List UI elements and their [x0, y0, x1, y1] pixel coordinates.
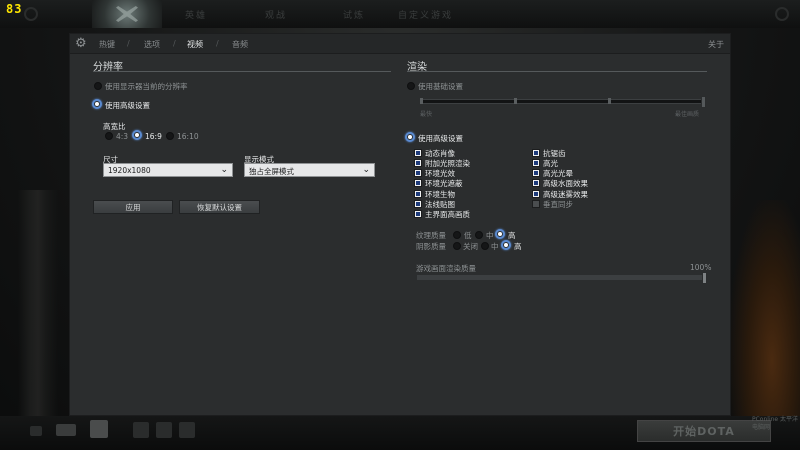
shadow-high-label: 高 — [514, 242, 522, 251]
use-advanced-render-radio[interactable] — [405, 132, 415, 142]
power-icon[interactable] — [775, 7, 789, 21]
basic-slider-min-label: 最快 — [420, 111, 433, 118]
tab-audio[interactable]: 音频 — [232, 39, 248, 50]
ambient-occlusion-checkbox[interactable] — [414, 179, 422, 187]
use-basic-settings-label: 使用基础设置 — [418, 82, 463, 91]
option-label: 高级水面效果 — [543, 179, 588, 188]
tab-separator: / — [173, 39, 176, 48]
section-divider — [407, 71, 707, 72]
shadow-off-label: 关闭 — [463, 242, 478, 251]
slider-track — [420, 99, 705, 104]
slider-tick — [514, 98, 517, 104]
high-quality-dashboard-checkbox[interactable] — [414, 210, 422, 218]
size-select-value: 1920x1080 — [108, 166, 151, 175]
fog-effects-checkbox[interactable] — [532, 190, 540, 198]
dota-logo-icon[interactable] — [92, 0, 162, 28]
watermark: PConline 太平洋电脑网 — [752, 416, 799, 431]
tab-options[interactable]: 选项 — [144, 39, 160, 50]
aspect-16-10-radio[interactable] — [166, 132, 174, 140]
slot-icon[interactable] — [179, 422, 195, 438]
shadow-high-radio[interactable] — [501, 240, 511, 250]
slot-icon[interactable] — [156, 422, 172, 438]
option-label: 垂直同步 — [543, 200, 573, 209]
fps-counter: 83 — [6, 2, 23, 16]
texture-quality-label: 纹理质量 — [416, 231, 446, 240]
normal-maps-checkbox[interactable] — [414, 200, 422, 208]
slider-handle[interactable] — [701, 96, 706, 108]
background-glow — [730, 200, 800, 430]
aspect-16-9-radio[interactable] — [132, 130, 142, 140]
render-quality-label: 游戏画面渲染质量 — [416, 264, 476, 273]
texture-low-radio[interactable] — [453, 231, 461, 239]
shadow-medium-radio[interactable] — [481, 242, 489, 250]
slider-tick — [420, 98, 423, 104]
option-label: 环境光遮蔽 — [425, 179, 463, 188]
high-quality-water-checkbox[interactable] — [532, 179, 540, 187]
use-basic-settings-radio[interactable] — [407, 82, 415, 90]
texture-medium-label: 中 — [486, 231, 494, 240]
back-icon[interactable] — [24, 7, 38, 21]
apply-button[interactable]: 应用 — [93, 200, 173, 214]
aspect-4-3-radio[interactable] — [105, 132, 113, 140]
basic-quality-slider[interactable] — [420, 96, 706, 108]
antialiasing-checkbox[interactable] — [532, 149, 540, 157]
use-advanced-render-label: 使用高级设置 — [418, 134, 463, 143]
bloom-checkbox[interactable] — [532, 169, 540, 177]
chevron-down-icon: ⌄ — [220, 165, 228, 175]
aspect-4-3-label: 4:3 — [116, 132, 129, 141]
tab-video[interactable]: 视频 — [187, 39, 203, 50]
render-quality-fill — [418, 276, 706, 279]
gear-icon: ⚙ — [75, 36, 87, 51]
tab-separator: / — [216, 39, 219, 48]
ambient-creatures-checkbox[interactable] — [414, 190, 422, 198]
use-advanced-resolution-label: 使用高级设置 — [105, 101, 150, 110]
texture-high-label: 高 — [508, 231, 516, 240]
topnav-heroes[interactable]: 英雄 — [185, 8, 207, 21]
shadow-off-radio[interactable] — [453, 242, 461, 250]
chat-icon[interactable] — [56, 424, 76, 436]
portrait-checkbox[interactable] — [414, 149, 422, 157]
specular-checkbox[interactable] — [532, 159, 540, 167]
settings-panel: ⚙ 热键 / 选项 / 视频 / 音频 关于 分辨率 使用显示器当前的分辨率 使… — [69, 33, 731, 416]
display-mode-select-value: 独占全屏模式 — [249, 167, 294, 176]
basic-slider-max-label: 最佳画质 — [675, 111, 700, 118]
topnav-learn[interactable]: 试炼 — [343, 8, 365, 21]
ambient-lighting-checkbox[interactable] — [414, 169, 422, 177]
render-quality-handle[interactable] — [702, 272, 707, 284]
display-mode-select[interactable]: 独占全屏模式 ⌄ — [244, 163, 375, 177]
signal-icon[interactable] — [30, 426, 42, 436]
tab-separator: / — [127, 39, 130, 48]
tab-hotkeys[interactable]: 热键 — [99, 39, 115, 50]
restore-defaults-button[interactable]: 恢复默认设置 — [179, 200, 260, 214]
about-link[interactable]: 关于 — [708, 39, 724, 50]
texture-medium-radio[interactable] — [475, 231, 483, 239]
topnav-watch[interactable]: 观战 — [265, 8, 287, 21]
render-quality-value: 100% — [690, 263, 712, 272]
slot-icon[interactable] — [133, 422, 149, 438]
additional-lighting-checkbox[interactable] — [414, 159, 422, 167]
use-advanced-resolution-radio[interactable] — [92, 99, 102, 109]
vsync-checkbox[interactable] — [532, 200, 540, 208]
render-quality-slider[interactable] — [417, 275, 707, 280]
aspect-16-10-label: 16:10 — [177, 132, 199, 141]
texture-high-radio[interactable] — [495, 229, 505, 239]
background-figure — [18, 190, 58, 430]
texture-low-label: 低 — [464, 231, 472, 240]
start-dota-button[interactable]: 开始DOTA — [637, 420, 771, 442]
shadow-medium-label: 中 — [491, 242, 499, 251]
shadow-quality-label: 阴影质量 — [416, 242, 446, 251]
topnav-arcade[interactable]: 自定义游戏 — [398, 8, 453, 21]
option-label: 主界面高画质 — [425, 210, 470, 219]
chevron-down-icon: ⌄ — [362, 165, 370, 175]
size-select[interactable]: 1920x1080 ⌄ — [103, 163, 233, 177]
aspect-ratio-label: 高宽比 — [103, 122, 126, 131]
aspect-16-9-label: 16:9 — [145, 132, 162, 141]
use-monitor-resolution-label: 使用显示器当前的分辨率 — [105, 82, 188, 91]
slider-tick — [608, 98, 611, 104]
section-divider — [93, 71, 391, 72]
use-monitor-resolution-radio[interactable] — [94, 82, 102, 90]
settings-tab-bar: ⚙ 热键 / 选项 / 视频 / 音频 关于 — [70, 34, 730, 54]
game-top-bar: 英雄 观战 试炼 自定义游戏 — [0, 0, 800, 28]
party-icon[interactable] — [90, 420, 108, 438]
